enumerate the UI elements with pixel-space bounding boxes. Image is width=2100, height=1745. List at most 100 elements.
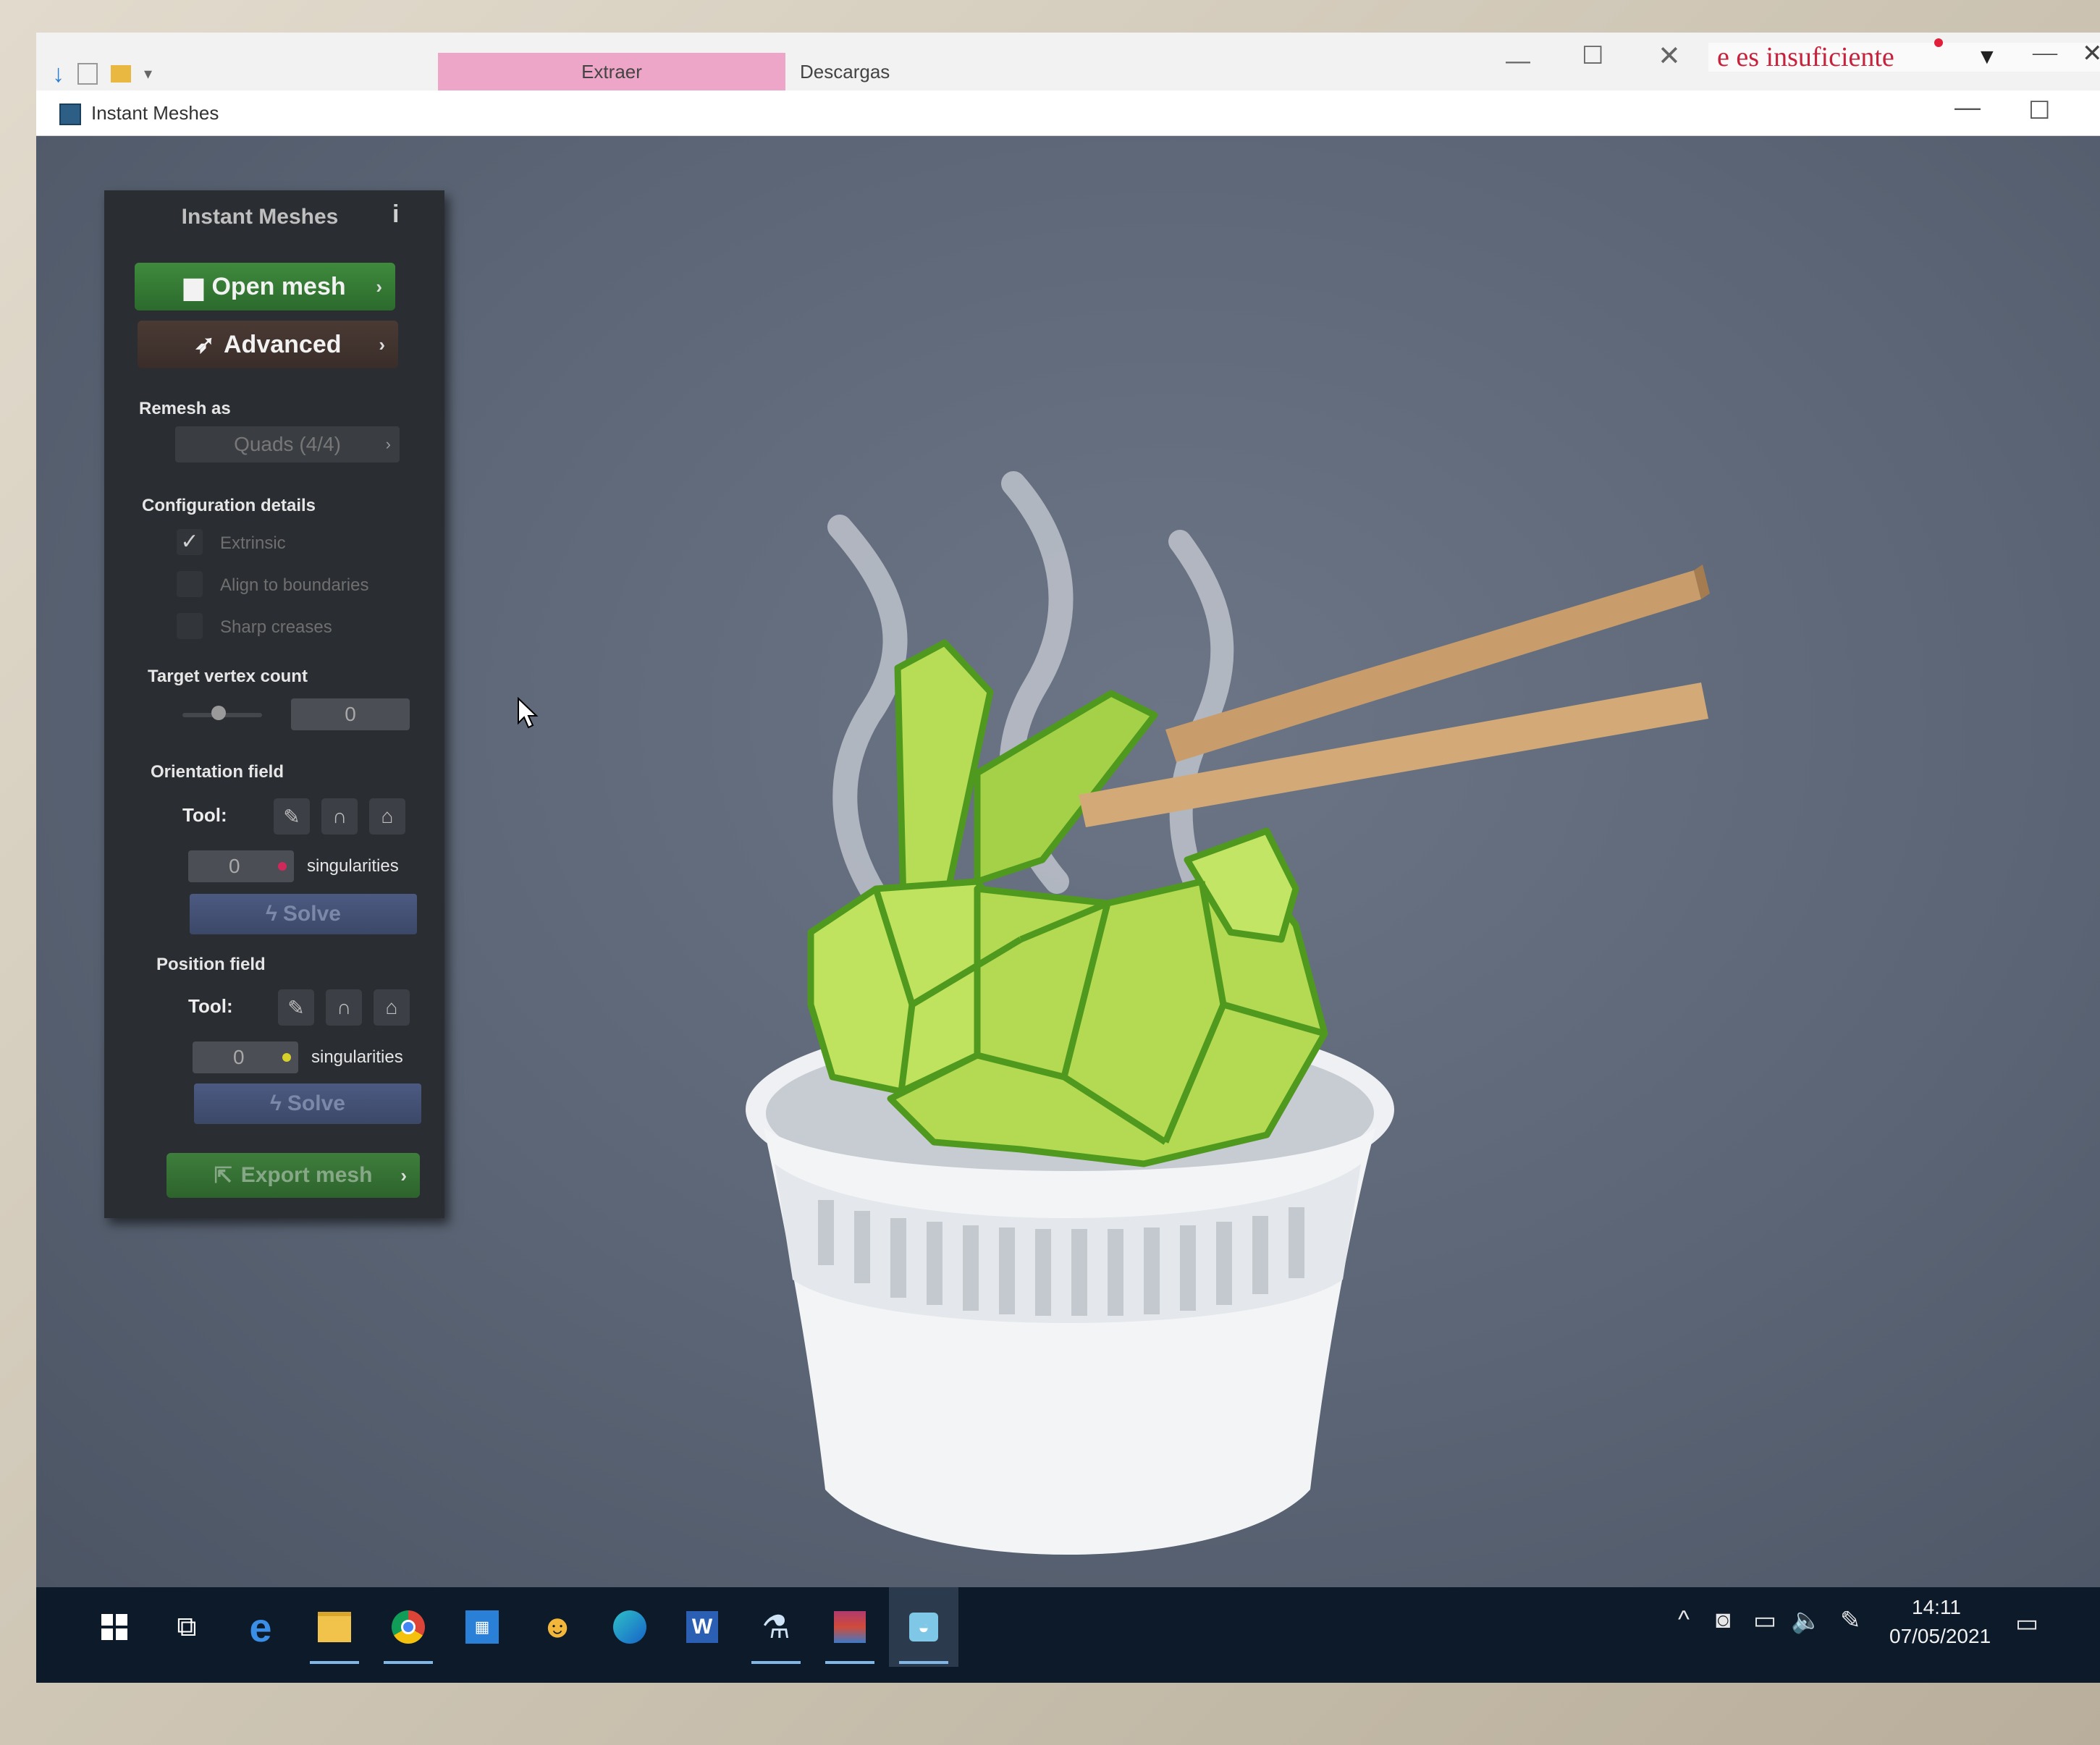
notice-text: e es insuficiente bbox=[1717, 42, 1894, 72]
tab-descargas[interactable]: Descargas bbox=[800, 53, 959, 90]
chevron-down-icon[interactable]: ▾ bbox=[144, 64, 152, 83]
app-icon bbox=[59, 103, 81, 125]
minimize-icon[interactable]: — bbox=[1506, 47, 1530, 75]
target-vertex-count-label: Target vertex count bbox=[148, 667, 308, 686]
notification-icon[interactable]: ▭ bbox=[2015, 1609, 2038, 1638]
lightning-icon: ϟ bbox=[270, 1091, 282, 1115]
sharp-creases-label: Sharp creases bbox=[220, 617, 332, 637]
maximize-icon[interactable]: ☐ bbox=[2028, 96, 2050, 125]
slider-knob[interactable] bbox=[211, 706, 226, 720]
chopsticks bbox=[1079, 565, 1710, 827]
clock-date: 07/05/2021 bbox=[1889, 1625, 1991, 1647]
singularity-dot-icon bbox=[282, 1053, 291, 1062]
new-folder-icon[interactable] bbox=[111, 65, 131, 83]
chevron-right-icon: › bbox=[376, 275, 382, 297]
clock-time: 14:11 bbox=[1912, 1596, 1961, 1618]
solve-label: Solve bbox=[287, 1091, 345, 1115]
windows-start-icon[interactable] bbox=[80, 1587, 149, 1667]
notice-window[interactable]: e es insuficiente ▼ — ✕ bbox=[1708, 38, 2100, 72]
orientation-singularities-count: 0 bbox=[188, 850, 294, 882]
extrinsic-label: Extrinsic bbox=[220, 533, 286, 553]
store-icon[interactable]: ▦ bbox=[447, 1587, 517, 1667]
download-arrow-icon[interactable]: ↓ bbox=[52, 60, 64, 88]
extrinsic-checkbox[interactable]: ✓ bbox=[177, 529, 203, 555]
position-tool-label: Tool: bbox=[188, 995, 233, 1017]
chevron-right-icon: › bbox=[379, 333, 385, 355]
singularity-dot-icon bbox=[278, 862, 287, 871]
align-boundaries-label: Align to boundaries bbox=[220, 575, 369, 595]
mouse-pointer-icon bbox=[518, 697, 539, 729]
brush-tool-icon[interactable]: ✎ bbox=[278, 989, 314, 1026]
close-icon[interactable]: ✕ bbox=[2082, 40, 2100, 69]
window-title: Instant Meshes bbox=[91, 102, 219, 124]
export-mesh-label: Export mesh bbox=[240, 1163, 373, 1187]
lightning-icon: ϟ bbox=[266, 902, 277, 926]
chevron-right-icon: › bbox=[385, 435, 391, 453]
position-singularities-count: 0 bbox=[193, 1041, 298, 1073]
control-panel: Instant Meshes i ▆ Open mesh › ➶ Advance… bbox=[104, 190, 444, 1218]
info-icon[interactable]: i bbox=[392, 200, 399, 229]
dropdown-arrow-icon[interactable]: ▼ bbox=[1976, 43, 1998, 72]
internet-explorer-icon[interactable]: e bbox=[226, 1587, 295, 1667]
position-singularities-label: singularities bbox=[311, 1047, 403, 1067]
panel-title: Instant Meshes bbox=[181, 205, 339, 229]
minimize-icon[interactable]: — bbox=[2033, 38, 2057, 67]
chevron-up-icon[interactable]: ^ bbox=[1678, 1606, 1690, 1634]
brush-tool-icon[interactable]: ✎ bbox=[274, 798, 310, 835]
orientation-singularities-label: singularities bbox=[307, 856, 399, 876]
target-vertex-input[interactable]: 0 bbox=[291, 698, 410, 730]
volume-icon[interactable]: 🔈 bbox=[1791, 1606, 1821, 1635]
orientation-tool-label: Tool: bbox=[182, 804, 227, 826]
chevron-right-icon: › bbox=[400, 1164, 407, 1186]
checkmark-icon: ✓ bbox=[180, 530, 199, 554]
word-icon[interactable]: W bbox=[667, 1587, 737, 1667]
instant-meshes-taskbar-icon[interactable]: ◒ bbox=[889, 1587, 958, 1667]
screen: ↓ ▾ Extraer Descargas — ☐ ✕ e es insufic… bbox=[36, 33, 2100, 1683]
open-mesh-button[interactable]: ▆ Open mesh › bbox=[135, 263, 395, 310]
tab-extraer[interactable]: Extraer bbox=[438, 53, 785, 90]
remesh-as-value: Quads (4/4) bbox=[234, 433, 341, 455]
flask-app-icon[interactable]: ⚗ bbox=[741, 1587, 811, 1667]
solve-label: Solve bbox=[282, 902, 341, 926]
camera-icon[interactable]: ◙ bbox=[1716, 1606, 1731, 1634]
network-icon[interactable]: ▭ bbox=[1753, 1606, 1776, 1635]
user-app-icon[interactable]: ☻ bbox=[523, 1587, 592, 1667]
orientation-singularities-value: 0 bbox=[229, 855, 240, 877]
configuration-details-label: Configuration details bbox=[142, 496, 316, 515]
advanced-label: Advanced bbox=[224, 330, 342, 358]
orientation-solve-button[interactable]: ϟ Solve bbox=[190, 894, 417, 934]
magnet-tool-icon[interactable]: ∩ bbox=[326, 989, 362, 1026]
folder-icon: ▆ bbox=[184, 273, 203, 300]
sharp-creases-checkbox[interactable] bbox=[177, 613, 203, 639]
export-icon: ⇱ bbox=[214, 1163, 232, 1188]
maximize-icon[interactable]: ☐ bbox=[1582, 41, 1603, 70]
file-explorer-window: ↓ ▾ Extraer Descargas — ☐ ✕ e es insufic… bbox=[36, 33, 2100, 91]
file-explorer-icon[interactable] bbox=[300, 1587, 369, 1667]
pen-icon[interactable]: ✎ bbox=[1840, 1606, 1861, 1635]
chrome-icon[interactable] bbox=[374, 1587, 443, 1667]
close-icon[interactable]: ✕ bbox=[1658, 40, 1681, 72]
properties-icon[interactable] bbox=[77, 63, 98, 85]
task-view-icon[interactable]: ⧉ bbox=[152, 1587, 222, 1667]
winrar-icon[interactable] bbox=[815, 1587, 885, 1667]
app-title-bar: Instant Meshes — ☐ bbox=[36, 90, 2100, 136]
position-field-label: Position field bbox=[156, 955, 266, 974]
align-boundaries-checkbox[interactable] bbox=[177, 571, 203, 597]
position-singularities-value: 0 bbox=[233, 1046, 245, 1068]
record-dot-icon bbox=[1934, 38, 1943, 47]
open-mesh-label: Open mesh bbox=[211, 272, 346, 300]
steam-left bbox=[827, 515, 908, 930]
position-solve-button[interactable]: ϟ Solve bbox=[194, 1083, 421, 1124]
clock[interactable]: 14:11 07/05/2021 bbox=[1889, 1596, 1991, 1648]
minimize-icon[interactable]: — bbox=[1954, 92, 1981, 122]
magnet-tool-icon[interactable]: ∩ bbox=[321, 798, 358, 835]
remesh-as-label: Remesh as bbox=[139, 399, 231, 418]
advanced-button[interactable]: ➶ Advanced › bbox=[138, 321, 398, 368]
attractor-tool-icon[interactable]: ⌂ bbox=[369, 798, 405, 835]
attractor-tool-icon[interactable]: ⌂ bbox=[374, 989, 410, 1026]
quick-access-toolbar: ↓ ▾ bbox=[52, 60, 152, 88]
taskbar: ⧉ e ▦ ☻ W ⚗ ◒ ^ ◙ ▭ 🔈 ✎ 14:11 07/05/2021… bbox=[36, 1587, 2100, 1683]
edge-icon[interactable] bbox=[595, 1587, 665, 1667]
remesh-as-select[interactable]: Quads (4/4) › bbox=[175, 426, 400, 462]
export-mesh-button[interactable]: ⇱ Export mesh › bbox=[166, 1153, 420, 1198]
